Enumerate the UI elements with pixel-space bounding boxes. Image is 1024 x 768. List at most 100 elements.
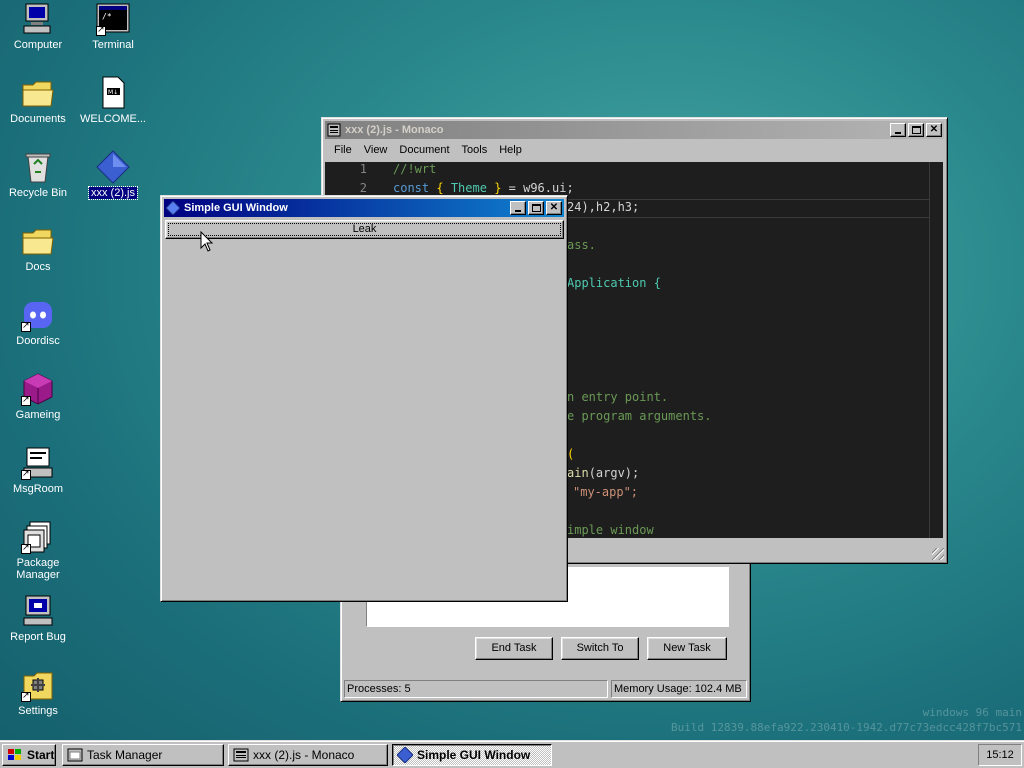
discord-icon [21,298,55,332]
code-line: 24),h2,h3; [567,200,640,214]
mouse-cursor-icon [200,230,214,256]
computer-icon [21,2,55,36]
taskbar-task-manager[interactable]: Task Manager [62,744,224,766]
simple-gui-window[interactable]: Simple GUI Window ✕ Leak [160,195,568,602]
new-task-button[interactable]: New Task [647,637,727,660]
monaco-app-icon [327,123,341,137]
taskbar: Start Task Manager xxx (2).js - Monaco S… [0,740,1024,768]
svg-text:M↓: M↓ [108,89,118,96]
close-icon: ✕ [929,124,939,135]
desktop-icon-label: Docs [25,261,51,273]
close-icon: ✕ [549,202,559,213]
desktop-icon-documents[interactable]: Documents [0,76,76,125]
start-label: Start [27,748,55,762]
desktop-icon-report-bug[interactable]: Report Bug [0,594,76,643]
code-line: Application { [567,276,661,290]
desktop-icon-welcome[interactable]: M↓ WELCOME... [75,76,151,125]
line-number: 2 [359,181,367,195]
code-line: "my-app"; [573,485,639,499]
line-number: 1 [359,162,367,176]
menu-help[interactable]: Help [493,142,528,158]
processes-status: Processes: 5 [344,680,608,698]
desktop-icon-label: xxx (2).js [88,186,138,200]
folder-icon [21,76,55,110]
recycle-bin-icon [21,150,55,184]
minimize-button[interactable] [890,123,906,137]
system-tray-clock[interactable]: 15:12 [978,744,1022,766]
taskbar-simple-gui[interactable]: Simple GUI Window [392,744,552,766]
taskbar-monaco[interactable]: xxx (2).js - Monaco [228,744,388,766]
minimize-icon [515,210,521,212]
minimize-icon [895,132,901,134]
desktop-icon-label: MsgRoom [12,483,64,495]
code-line: ain(argv); [567,466,640,480]
js-diamond-icon [165,200,181,216]
minimize-button[interactable] [510,201,526,215]
game-cube-icon [21,372,55,406]
desktop-icon-package-manager[interactable]: Package Manager [0,520,76,581]
desktop-icon-msgroom[interactable]: MsgRoom [0,446,76,495]
desktop-icon-settings[interactable]: Settings [0,668,76,717]
js-diamond-icon [396,746,414,764]
desktop-icon-terminal[interactable]: /* Terminal [75,2,151,51]
menu-view[interactable]: View [358,142,394,158]
task-manager-icon [67,747,83,763]
desktop-icon-label: Doordisc [16,335,60,347]
simple-gui-title: Simple GUI Window [184,202,288,214]
close-button[interactable]: ✕ [546,201,562,215]
monaco-app-icon [233,747,249,763]
code-line: n entry point. [567,390,669,404]
desktop-icon-label: Terminal [92,39,134,51]
resize-grip-icon[interactable] [932,548,944,560]
maximize-icon [531,204,541,212]
maximize-icon [911,126,921,134]
code-line: //!wrt [393,162,437,176]
desktop-icon-label: Settings [18,705,58,717]
package-manager-icon [21,520,55,554]
switch-to-button[interactable]: Switch To [561,637,639,660]
editor-scrollbar[interactable] [929,162,943,538]
memory-status: Memory Usage: 102.4 MB [611,680,747,698]
desktop-icon-gameing[interactable]: Gameing [0,372,76,421]
maximize-button[interactable] [528,201,544,215]
close-button[interactable]: ✕ [926,123,942,137]
desktop-icon-doordisc[interactable]: Doordisc [0,298,76,347]
desktop-icon-label: Package Manager [16,557,60,581]
markdown-file-icon: M↓ [96,76,130,110]
code-line: const { Theme } = w96.ui; [393,181,574,195]
end-task-button[interactable]: End Task [475,637,553,660]
taskbar-item-label: Task Manager [87,748,163,762]
desktop-icon-label: Computer [13,39,63,51]
menu-tools[interactable]: Tools [456,142,494,158]
desktop-icon-computer[interactable]: Computer [0,2,76,51]
desktop-icon-xxx-js[interactable]: xxx (2).js [75,150,151,200]
desktop-icon-label: Report Bug [10,631,66,643]
menu-file[interactable]: File [328,142,358,158]
start-button[interactable]: Start [2,744,56,766]
msgroom-icon [21,446,55,480]
settings-icon [21,668,55,702]
terminal-icon: /* [96,2,130,36]
monaco-menubar: File View Document Tools Help [328,142,528,158]
taskbar-item-label: Simple GUI Window [417,748,531,762]
desktop-icon-recycle-bin[interactable]: Recycle Bin [0,150,76,199]
svg-text:/*: /* [102,12,112,21]
code-line: ass. [567,238,596,252]
report-bug-icon [21,594,55,628]
maximize-button[interactable] [908,123,924,137]
folder-icon [21,224,55,258]
desktop-icon-label: Recycle Bin [8,187,68,199]
taskbar-item-label: xxx (2).js - Monaco [253,748,355,762]
monaco-titlebar[interactable]: xxx (2).js - Monaco ✕ [325,121,944,139]
monaco-title: xxx (2).js - Monaco [345,124,444,136]
desktop-icon-label: WELCOME... [79,113,146,125]
desktop-icon-label: Documents [10,113,66,125]
desktop-icon-docs[interactable]: Docs [0,224,76,273]
leak-button[interactable]: Leak [165,220,564,239]
simple-gui-titlebar[interactable]: Simple GUI Window ✕ [164,199,564,217]
build-watermark-line1: windows 96 main [922,706,1022,719]
menu-document[interactable]: Document [393,142,455,158]
js-file-icon [96,150,130,184]
desktop-icon-label: Gameing [15,409,61,421]
code-line: e program arguments. [567,409,712,423]
